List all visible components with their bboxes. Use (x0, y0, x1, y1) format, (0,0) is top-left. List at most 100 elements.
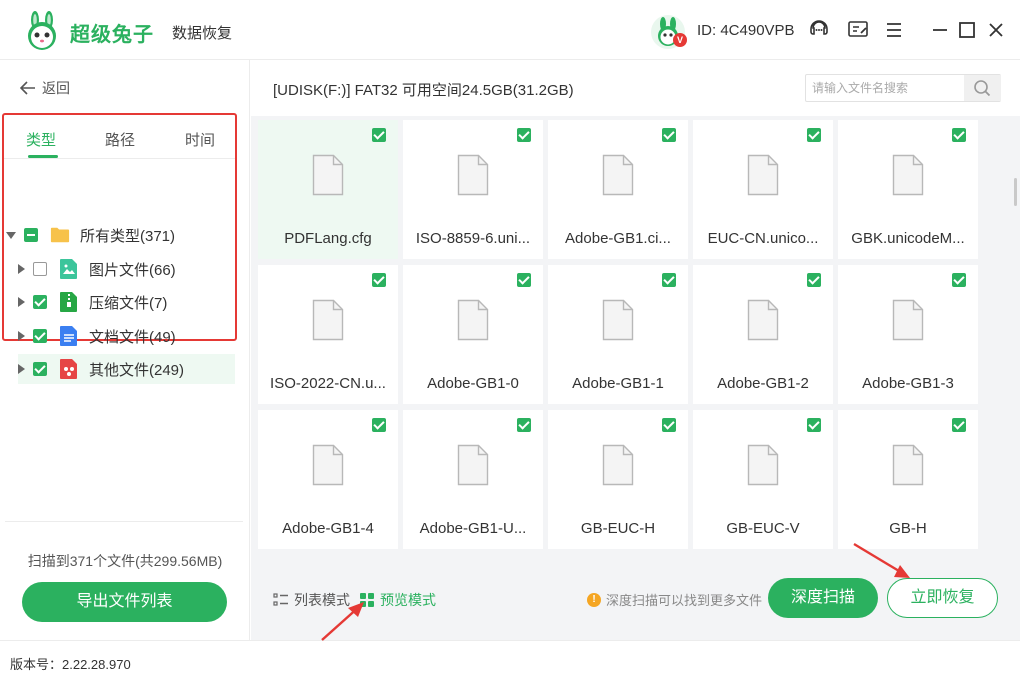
collapse-caret-icon[interactable] (6, 231, 16, 239)
file-card[interactable]: ISO-2022-CN.u... (258, 265, 398, 404)
file-checkbox[interactable] (517, 128, 531, 142)
close-icon[interactable] (984, 18, 1008, 42)
file-name: Adobe-GB1-4 (282, 520, 374, 537)
file-name: Adobe-GB1-1 (572, 375, 664, 392)
file-card[interactable]: EUC-CN.unico... (693, 120, 833, 259)
minimize-icon[interactable] (928, 18, 952, 42)
tree-checkbox-images[interactable] (33, 262, 47, 276)
filter-tabs: 类型 路径 时间 (4, 115, 235, 159)
back-label: 返回 (42, 80, 70, 96)
preview-mode-button[interactable]: 预览模式 (359, 590, 436, 610)
file-checkbox[interactable] (807, 128, 821, 142)
file-card[interactable]: GB-H (838, 410, 978, 549)
recover-now-button[interactable]: 立即恢复 (887, 578, 998, 618)
tree-item-images[interactable]: 图片文件(66) (18, 254, 233, 284)
support-icon[interactable] (807, 18, 831, 42)
tree-item-all-types[interactable]: 所有类型(371) (6, 220, 233, 250)
expand-caret-icon[interactable] (18, 297, 25, 307)
feedback-icon[interactable] (846, 18, 870, 42)
title-bar: 超级兔子 数据恢复 V ID: 4C490VPB (0, 0, 1020, 60)
generic-file-icon (312, 444, 344, 486)
tree-item-documents[interactable]: 文档文件(49) (18, 321, 233, 351)
file-name: Adobe-GB1-U... (419, 520, 527, 537)
search-input[interactable] (806, 75, 964, 101)
file-checkbox[interactable] (952, 128, 966, 142)
file-card[interactable]: Adobe-GB1-1 (548, 265, 688, 404)
scrollbar[interactable] (1014, 178, 1017, 206)
file-name: GBK.unicodeM... (851, 230, 965, 247)
maximize-icon[interactable] (955, 18, 979, 42)
file-checkbox[interactable] (662, 128, 676, 142)
search-button[interactable] (964, 75, 1001, 101)
file-card[interactable]: GB-EUC-V (693, 410, 833, 549)
back-button[interactable]: 返回 (20, 78, 70, 98)
file-card[interactable]: Adobe-GB1-3 (838, 265, 978, 404)
info-icon: ! (587, 592, 601, 607)
archive-file-icon (60, 292, 77, 312)
tab-type[interactable]: 类型 (26, 129, 56, 150)
generic-file-icon (747, 299, 779, 341)
generic-file-icon (892, 299, 924, 341)
generic-file-icon (457, 154, 489, 196)
generic-file-icon (457, 444, 489, 486)
tree-item-label: 文档文件(49) (89, 328, 176, 346)
search-box (805, 74, 1001, 102)
file-name: GB-EUC-H (580, 520, 656, 537)
user-id: ID: 4C490VPB (697, 22, 795, 39)
grid-view-icon (360, 593, 374, 607)
file-card[interactable]: Adobe-GB1-2 (693, 265, 833, 404)
file-checkbox[interactable] (372, 418, 386, 432)
file-checkbox[interactable] (662, 273, 676, 287)
file-card[interactable]: Adobe-GB1-U... (403, 410, 543, 549)
tree-item-label: 图片文件(66) (89, 261, 176, 279)
file-checkbox[interactable] (372, 273, 386, 287)
file-name: GB-H (889, 520, 927, 537)
tree-checkbox-others[interactable] (33, 362, 47, 376)
main-area: [UDISK(F:)] FAT32 可用空间24.5GB(31.2GB) PDF… (251, 60, 1020, 640)
bottom-toolbar: 列表模式 预览模式 ! 深度扫描可以找到更多文件 深度扫描 立即恢复 (251, 556, 1020, 640)
file-card[interactable]: ISO-8859-6.uni... (403, 120, 543, 259)
deep-scan-button[interactable]: 深度扫描 (768, 578, 878, 618)
file-checkbox[interactable] (372, 128, 386, 142)
file-name: GB-EUC-V (726, 520, 800, 537)
file-checkbox[interactable] (952, 273, 966, 287)
file-checkbox[interactable] (662, 418, 676, 432)
document-file-icon (60, 326, 77, 346)
tree-checkbox-all-types[interactable] (24, 228, 38, 242)
generic-file-icon (747, 444, 779, 486)
file-card[interactable]: PDFLang.cfg (258, 120, 398, 259)
file-name: EUC-CN.unico... (707, 230, 819, 247)
file-checkbox[interactable] (807, 418, 821, 432)
active-tab-indicator (28, 155, 58, 158)
file-card[interactable]: GBK.unicodeM... (838, 120, 978, 259)
tab-time[interactable]: 时间 (185, 129, 215, 150)
generic-file-icon (457, 299, 489, 341)
tree-checkbox-documents[interactable] (33, 329, 47, 343)
generic-file-icon (602, 444, 634, 486)
file-card[interactable]: Adobe-GB1-4 (258, 410, 398, 549)
file-card[interactable]: GB-EUC-H (548, 410, 688, 549)
file-checkbox[interactable] (517, 273, 531, 287)
file-card[interactable]: Adobe-GB1.ci... (548, 120, 688, 259)
rabbit-logo-icon (28, 11, 56, 50)
generic-file-icon (747, 154, 779, 196)
tree-item-archives[interactable]: 压缩文件(7) (18, 287, 233, 317)
tab-path[interactable]: 路径 (105, 129, 135, 150)
file-name: ISO-8859-6.uni... (415, 230, 531, 247)
menu-icon[interactable] (882, 18, 906, 42)
file-checkbox[interactable] (952, 418, 966, 432)
tree-item-others[interactable]: 其他文件(249) (18, 354, 235, 384)
expand-caret-icon[interactable] (18, 264, 25, 274)
file-name: Adobe-GB1.ci... (565, 230, 671, 247)
generic-file-icon (892, 154, 924, 196)
file-checkbox[interactable] (807, 273, 821, 287)
tree-checkbox-archives[interactable] (33, 295, 47, 309)
list-mode-button[interactable]: 列表模式 (273, 590, 350, 610)
expand-caret-icon[interactable] (18, 331, 25, 341)
file-checkbox[interactable] (517, 418, 531, 432)
expand-caret-icon[interactable] (18, 364, 25, 374)
file-name: Adobe-GB1-3 (862, 375, 954, 392)
export-file-list-button[interactable]: 导出文件列表 (22, 582, 227, 622)
generic-file-icon (602, 154, 634, 196)
file-card[interactable]: Adobe-GB1-0 (403, 265, 543, 404)
